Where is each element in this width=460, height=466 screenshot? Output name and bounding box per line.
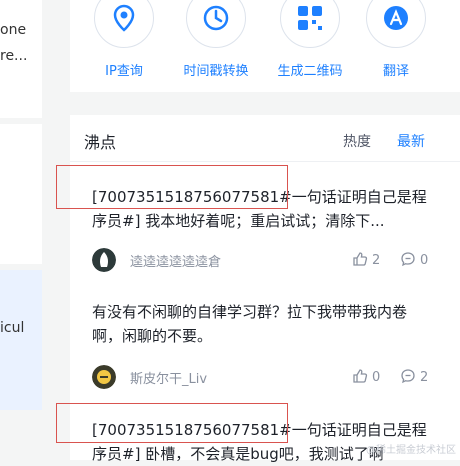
post-meta: 斯皮尔干_Liv 0 2 [92,365,432,389]
tool-label: IP查询 [105,64,143,79]
like-stat[interactable]: 0 [352,368,380,385]
tool-icon-circle [366,0,426,48]
left-card-top[interactable]: one re... [0,0,42,118]
tab-new[interactable]: 最新 [397,131,425,151]
tool-icon-circle [280,0,340,48]
comment-icon [401,252,415,267]
left-card-bottom[interactable]: icul [0,270,42,410]
post-text[interactable]: [7007351518756077581#一句话证明自己是程序员#] 我本地好着… [92,185,432,233]
thumbs-up-icon [353,369,368,383]
left-text-line: re... [0,48,28,64]
translate-icon [384,6,408,30]
post-item[interactable]: [7007351518756077581#一句话证明自己是程序员#] 我本地好着… [92,185,432,233]
like-stat[interactable]: 2 [352,251,380,268]
comment-icon [401,369,415,384]
watermark: @稀土掘金技术社区 [366,445,456,456]
comment-stat[interactable]: 2 [400,368,428,385]
qrcode-icon [298,6,322,30]
left-text-line: icul [0,320,25,336]
comment-stat[interactable]: 0 [400,251,428,268]
tools-card: IP查询 时间戳转换 生成二维码 翻译 [70,0,460,92]
hot-title: 沸点 [84,133,117,152]
like-count: 0 [372,370,381,385]
left-text-line: one [0,22,27,38]
location-icon [113,4,135,32]
left-card-middle[interactable] [0,124,42,264]
post-item[interactable]: 有没有不闲聊的自律学习群？拉下我带带我内卷啊，闲聊的不要。 [92,300,432,348]
tool-label: 生成二维码 [277,64,343,79]
divider [70,161,460,162]
author-name[interactable]: 逵逵逵逵逵逵倉 [130,251,221,270]
comment-count: 2 [420,370,429,385]
tool-icon-circle [94,0,154,48]
tool-label: 翻译 [382,64,409,79]
post-meta: 逵逵逵逵逵逵倉 2 0 [92,248,432,272]
tool-label: 时间戳转换 [183,64,249,79]
thumbs-up-icon [353,252,368,266]
comment-count: 0 [420,253,429,268]
hot-card: 沸点 热度 最新 [7007351518756077581#一句话证明自己是程序… [70,115,460,463]
avatar[interactable] [92,365,116,389]
tab-hot[interactable]: 热度 [343,131,371,151]
clock-icon [203,5,229,31]
tool-icon-circle [186,0,246,48]
author-name[interactable]: 斯皮尔干_Liv [130,368,207,387]
avatar[interactable] [92,248,116,272]
like-count: 2 [372,253,381,268]
post-text[interactable]: 有没有不闲聊的自律学习群？拉下我带带我内卷啊，闲聊的不要。 [92,300,432,348]
